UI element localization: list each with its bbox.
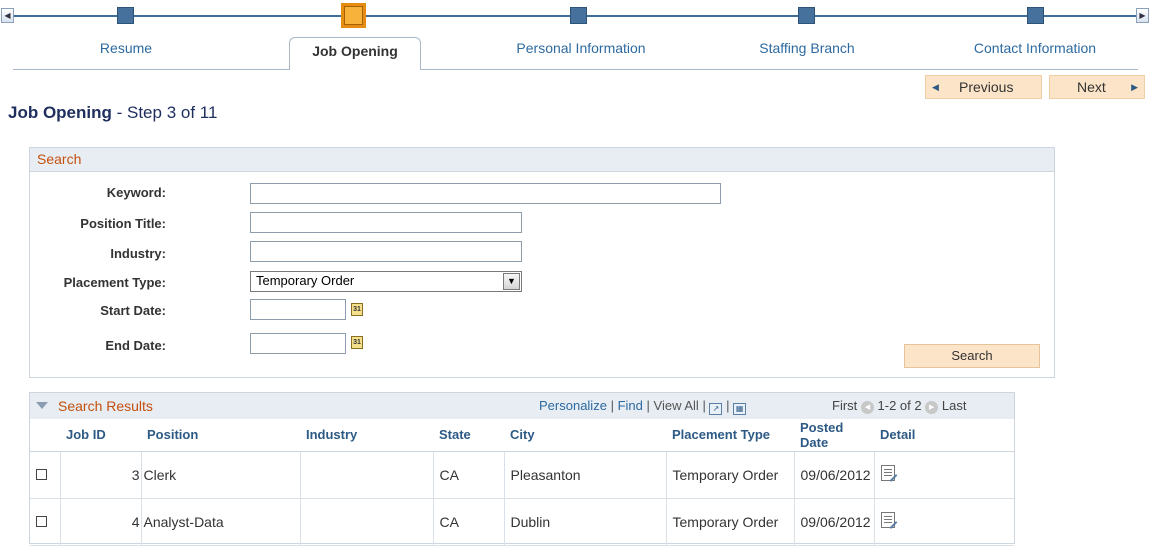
calendar-icon[interactable]: 31 <box>351 303 363 316</box>
start-date-label: Start Date: <box>100 303 166 318</box>
tab-underline <box>13 69 1138 70</box>
view-all-link[interactable]: View All <box>654 398 699 413</box>
search-button[interactable]: Search <box>904 344 1040 368</box>
column-industry[interactable]: Industry <box>300 419 433 452</box>
chevron-down-icon[interactable]: ▼ <box>503 273 520 290</box>
column-posted-date[interactable]: Posted Date <box>794 419 874 452</box>
previous-page-icon[interactable]: ◀ <box>860 401 874 414</box>
industry-cell <box>300 498 434 546</box>
city-cell: Pleasanton <box>504 451 667 499</box>
calendar-icon[interactable]: 31 <box>351 336 363 349</box>
column-job-id[interactable]: Job ID <box>60 419 141 452</box>
posted-date-cell: 09/06/2012 <box>794 498 875 546</box>
zoom-grid-icon[interactable]: ↗ <box>709 403 723 415</box>
results-table: Job ID Position Industry State City Plac… <box>30 419 1014 546</box>
position-title-label: Position Title: <box>80 216 166 231</box>
row-checkbox[interactable] <box>36 468 47 480</box>
tab-resume[interactable]: Resume <box>36 40 216 56</box>
end-date-label: End Date: <box>105 338 166 353</box>
step-node-personal-information[interactable] <box>570 7 587 24</box>
state-cell: CA <box>433 498 505 546</box>
toolbar-separator: | <box>702 398 706 413</box>
search-panel: Search Keyword: Position Title: Industry… <box>29 147 1055 378</box>
start-date-input[interactable] <box>250 299 346 320</box>
keyword-input[interactable] <box>250 183 721 204</box>
column-select <box>30 419 60 452</box>
position-cell: Clerk <box>141 451 301 499</box>
city-cell: Dublin <box>504 498 667 546</box>
table-row: 3 Clerk CA Pleasanton Temporary Order 09… <box>30 451 1014 499</box>
step-node-resume[interactable] <box>117 7 134 24</box>
placement-type-cell: Temporary Order <box>666 451 795 499</box>
toolbar-separator: | <box>646 398 650 413</box>
pager-first: First <box>832 398 858 413</box>
step-node-contact-information[interactable] <box>1027 7 1044 24</box>
placement-type-label: Placement Type: <box>63 275 166 290</box>
toolbar-separator: | <box>610 398 614 413</box>
state-cell: CA <box>433 451 505 499</box>
column-position[interactable]: Position <box>141 419 300 452</box>
table-header-row: Job ID Position Industry State City Plac… <box>30 419 1014 452</box>
search-results-title: Search Results <box>58 398 153 414</box>
find-link[interactable]: Find <box>618 398 643 413</box>
grid-toolbar: Personalize | Find | View All | ↗ | ▦ <box>539 398 747 415</box>
search-results-header: Search Results Personalize | Find | View… <box>30 393 1014 419</box>
download-spreadsheet-icon[interactable]: ▦ <box>733 403 747 415</box>
next-arrow-icon: ▶ <box>1131 82 1138 92</box>
row-select-cell <box>30 451 61 499</box>
pager-range: 1-2 of 2 <box>877 398 922 413</box>
column-city[interactable]: City <box>504 419 666 452</box>
search-results-grid: Search Results Personalize | Find | View… <box>29 392 1015 546</box>
step-train: ◀ ▶ Resume Job Opening Personal Informat… <box>0 0 1151 70</box>
column-detail: Detail <box>874 419 1014 452</box>
scroll-right-icon[interactable]: ▶ <box>1136 8 1149 23</box>
row-checkbox[interactable] <box>36 515 47 527</box>
previous-label: Previous <box>959 79 1014 95</box>
tab-personal-information[interactable]: Personal Information <box>491 40 671 56</box>
placement-type-select[interactable]: Temporary Order ▼ <box>250 271 522 292</box>
collapse-arrow-icon[interactable] <box>36 402 48 409</box>
tab-staffing-branch[interactable]: Staffing Branch <box>717 40 897 56</box>
industry-input[interactable] <box>250 241 522 262</box>
placement-type-cell: Temporary Order <box>666 498 795 546</box>
column-placement-type[interactable]: Placement Type <box>666 419 794 452</box>
keyword-label: Keyword: <box>106 185 166 200</box>
grid-pager: First ◀ 1-2 of 2 ▶ Last <box>832 398 966 414</box>
personalize-link[interactable]: Personalize <box>539 398 607 413</box>
detail-cell <box>874 498 1014 546</box>
detail-icon[interactable] <box>880 512 895 528</box>
placement-type-value: Temporary Order <box>256 273 355 288</box>
detail-cell <box>874 451 1014 499</box>
job-id-cell: 3 <box>60 451 142 499</box>
pager-last: Last <box>941 398 967 413</box>
previous-arrow-icon: ◀ <box>932 82 939 92</box>
job-id-cell: 4 <box>60 498 142 546</box>
step-node-job-opening[interactable] <box>341 3 366 28</box>
step-node-staffing-branch[interactable] <box>798 7 815 24</box>
tab-contact-information[interactable]: Contact Information <box>945 40 1125 56</box>
page-step-text: - Step 3 of 11 <box>111 103 218 122</box>
position-cell: Analyst-Data <box>141 498 301 546</box>
table-row: 4 Analyst-Data CA Dublin Temporary Order… <box>30 498 1014 546</box>
scroll-left-icon[interactable]: ◀ <box>1 8 14 23</box>
row-select-cell <box>30 498 61 546</box>
page-title-main: Job Opening <box>8 103 112 122</box>
industry-cell <box>300 451 434 499</box>
page-title: Job Opening - Step 3 of 11 <box>8 103 217 123</box>
previous-button[interactable]: ◀ Previous <box>925 75 1042 99</box>
end-date-input[interactable] <box>250 333 346 354</box>
search-panel-header: Search <box>30 148 1054 172</box>
tab-job-opening[interactable]: Job Opening <box>289 37 421 70</box>
industry-label: Industry: <box>110 246 166 261</box>
position-title-input[interactable] <box>250 212 522 233</box>
next-label: Next <box>1077 79 1106 95</box>
column-state[interactable]: State <box>433 419 504 452</box>
next-button[interactable]: Next ▶ <box>1049 75 1145 99</box>
posted-date-cell: 09/06/2012 <box>794 451 875 499</box>
toolbar-separator: | <box>726 398 730 413</box>
next-page-icon[interactable]: ▶ <box>925 401 939 414</box>
detail-icon[interactable] <box>880 465 895 481</box>
